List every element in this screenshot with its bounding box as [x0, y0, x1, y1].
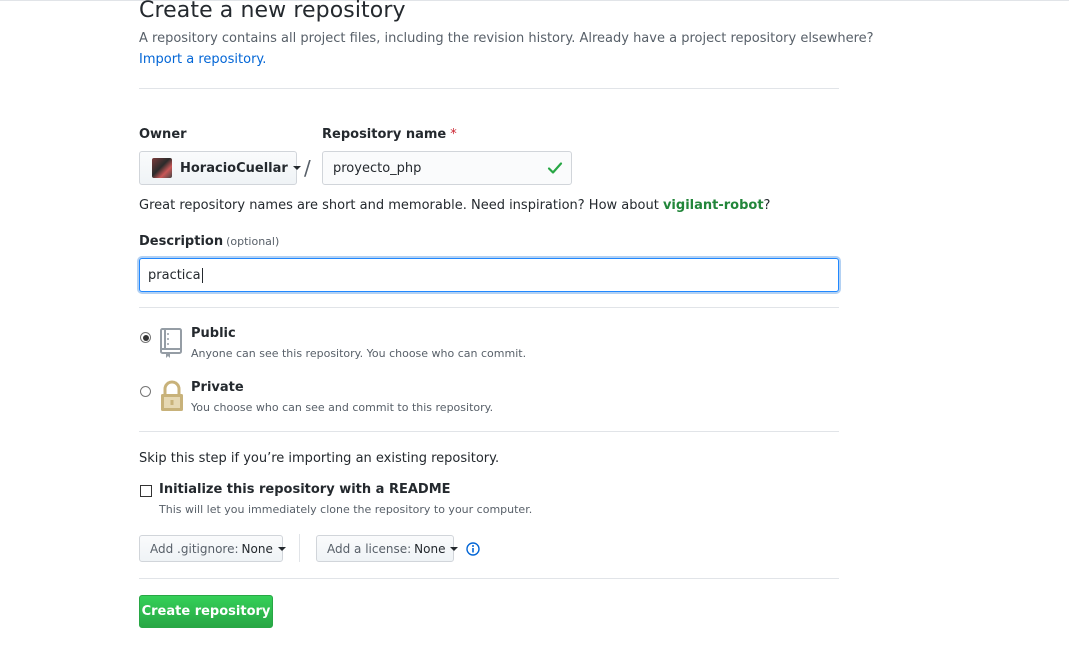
public-title: Public [191, 326, 236, 341]
repository-name-value: proyecto_php [333, 160, 422, 176]
readme-checkbox[interactable] [140, 485, 152, 497]
divider [139, 578, 839, 579]
gitignore-value: None [241, 541, 273, 556]
private-radio[interactable] [140, 386, 151, 397]
private-description: You choose who can see and commit to thi… [191, 401, 494, 414]
lock-icon [161, 380, 183, 411]
divider [139, 88, 839, 89]
public-description: Anyone can see this repository. You choo… [191, 347, 527, 360]
caret-down-icon [277, 546, 286, 551]
page-title: Create a new repository [139, 0, 406, 23]
page-subtitle: A repository contains all project files,… [139, 31, 874, 46]
avatar [152, 158, 172, 178]
owner-dropdown[interactable]: HoracioCuellar [139, 151, 301, 185]
repository-name-input[interactable]: proyecto_php [322, 151, 572, 185]
skip-step-text: Skip this step if you’re importing an ex… [139, 451, 500, 466]
owner-name: HoracioCuellar [180, 160, 288, 176]
repo-book-icon [160, 328, 182, 358]
public-radio[interactable] [140, 332, 151, 343]
description-input[interactable]: practica [139, 258, 839, 292]
import-repository-link[interactable]: Import a repository. [139, 52, 266, 67]
license-prefix: Add a license: [327, 541, 412, 556]
repository-name-label: Repository name * [322, 127, 457, 142]
readme-label[interactable]: Initialize this repository with a README [159, 482, 451, 497]
vertical-divider [299, 534, 300, 562]
license-value: None [414, 541, 446, 556]
text-cursor [201, 267, 203, 283]
gitignore-prefix: Add .gitignore: [150, 541, 239, 556]
license-dropdown[interactable]: Add a license: None [316, 535, 459, 562]
description-label: Description (optional) [139, 234, 280, 249]
required-mark: * [450, 127, 457, 142]
divider [139, 431, 839, 432]
gitignore-dropdown[interactable]: Add .gitignore: None [139, 535, 286, 562]
info-icon[interactable] [466, 542, 480, 556]
check-icon [547, 162, 563, 174]
suggested-name[interactable]: vigilant-robot [663, 198, 764, 213]
caret-down-icon [450, 546, 459, 551]
create-repository-button[interactable]: Create repository [139, 595, 273, 628]
description-value: practica [148, 267, 201, 283]
private-title: Private [191, 380, 244, 395]
owner-label: Owner [139, 127, 187, 142]
owner-repo-separator: / [304, 156, 311, 180]
optional-tag: (optional) [226, 235, 280, 248]
divider [139, 307, 839, 308]
readme-description: This will let you immediately clone the … [159, 503, 533, 516]
caret-down-icon [292, 166, 301, 170]
name-suggestion-hint: Great repository names are short and mem… [139, 198, 771, 213]
